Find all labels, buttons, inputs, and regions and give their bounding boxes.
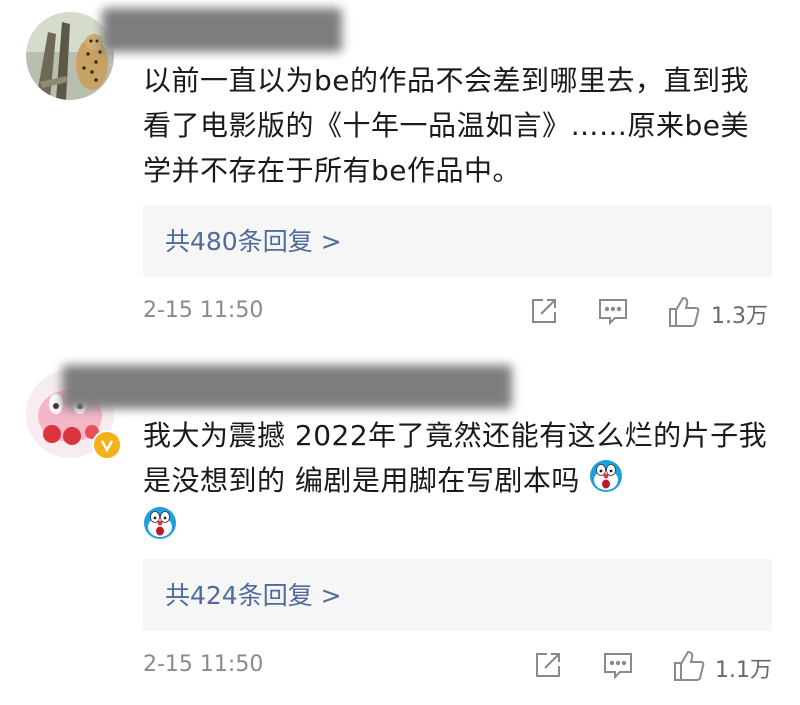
comment-text-body: 我大为震撼 2022年了竟然还能有这么烂的片子我是没想到的 编剧是用脚在写剧本吗	[143, 419, 768, 497]
doraemon-shocked-emoji	[589, 459, 623, 506]
comment-icon[interactable]	[597, 296, 629, 330]
replies-label[interactable]: 共424条回复 >	[165, 576, 342, 612]
comment-text: 我大为震撼 2022年了竟然还能有这么烂的片子我是没想到的 编剧是用脚在写剧本吗	[143, 413, 773, 553]
like-count: 1.3万	[711, 304, 768, 329]
timestamp: 2-15 11:50	[143, 652, 264, 677]
replies-link[interactable]: 共424条回复 >	[143, 559, 772, 631]
doraemon-shocked-emoji	[143, 506, 177, 553]
comment-meta: 2-15 11:50 1.1万	[143, 650, 778, 686]
thumbs-up-icon[interactable]	[667, 296, 701, 332]
replies-label[interactable]: 共480条回复 >	[165, 222, 342, 258]
verified-badge-icon	[92, 430, 122, 460]
thumbs-up-icon[interactable]	[672, 650, 706, 686]
share-icon[interactable]	[529, 296, 559, 330]
avatar[interactable]	[26, 12, 114, 100]
comment-icon[interactable]	[602, 650, 634, 684]
share-icon[interactable]	[533, 650, 563, 684]
comment-item: 以前一直以为be的作品不会差到哪里去，直到我看了电影版的《十年一品温如言》……原…	[0, 0, 800, 345]
replies-link[interactable]: 共480条回复 >	[143, 205, 772, 277]
username-redacted[interactable]	[62, 365, 512, 409]
comment-meta: 2-15 11:50 1.3万	[143, 296, 778, 332]
like-count: 1.1万	[715, 658, 772, 683]
comment-item: 我大为震撼 2022年了竟然还能有这么烂的片子我是没想到的 编剧是用脚在写剧本吗	[0, 345, 800, 705]
comment-text: 以前一直以为be的作品不会差到哪里去，直到我看了电影版的《十年一品温如言》……原…	[143, 64, 750, 187]
username-redacted[interactable]	[102, 8, 342, 52]
timestamp: 2-15 11:50	[143, 298, 264, 323]
